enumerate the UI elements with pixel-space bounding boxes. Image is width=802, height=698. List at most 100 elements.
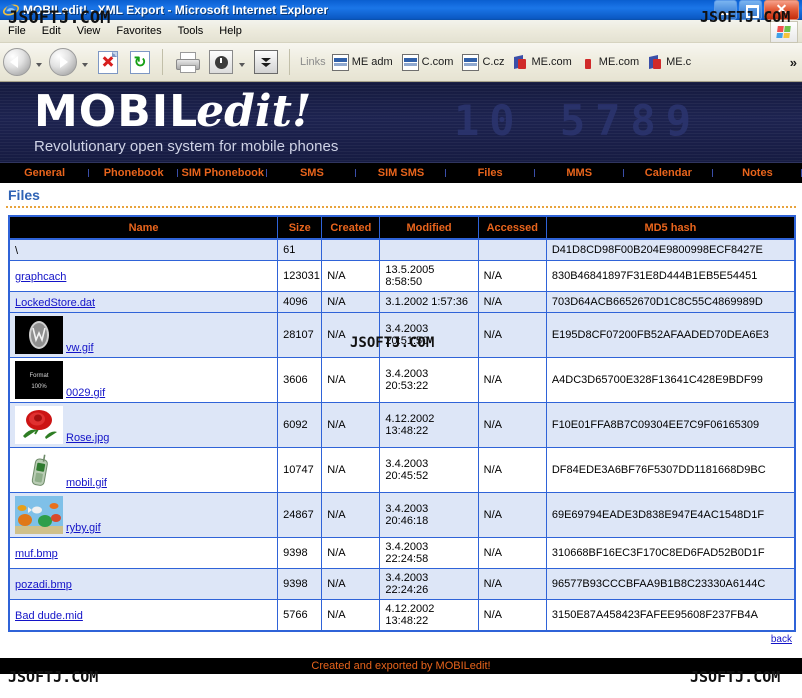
- cell-created: N/A: [321, 537, 381, 569]
- cell-size: 4096: [277, 291, 323, 313]
- menu-item-file[interactable]: File: [0, 23, 34, 39]
- file-link[interactable]: muf.bmp: [15, 548, 58, 560]
- nav-tab-general[interactable]: General: [0, 167, 90, 179]
- refresh-icon[interactable]: ↻: [130, 50, 150, 74]
- table-row: graphcach 123031 N/A 13.5.2005 8:58:50 N…: [9, 260, 795, 292]
- cell-accessed: N/A: [478, 599, 547, 632]
- cell-modified: 4.12.2002 13:48:22: [379, 402, 479, 448]
- cell-name: pozadi.bmp: [9, 568, 279, 600]
- cell-name: mobil.gif: [9, 447, 279, 493]
- history-icon[interactable]: [209, 50, 233, 74]
- svg-text:Format: Format: [29, 373, 48, 379]
- menu-item-favorites[interactable]: Favorites: [108, 23, 169, 39]
- table-row: \ 61 D41D8CD98F00B204E9800998ECF8427E: [9, 239, 795, 261]
- nav-tab-sms[interactable]: SMS: [267, 167, 357, 179]
- file-link[interactable]: vw.gif: [66, 342, 94, 354]
- file-link[interactable]: Rose.jpg: [66, 432, 109, 444]
- mobiledit-logo: MOBILedit! Revolutionary open system for…: [34, 90, 338, 156]
- cell-created: N/A: [321, 312, 381, 358]
- stop-icon[interactable]: [98, 50, 118, 74]
- link-c-cz[interactable]: C.cz: [462, 53, 505, 71]
- cell-created: N/A: [321, 291, 381, 313]
- file-link[interactable]: graphcach: [15, 271, 66, 283]
- files-section: Files Name Size Created Modified Accesse…: [0, 183, 802, 632]
- link-me-adm[interactable]: ME adm: [331, 53, 393, 71]
- link-me-com-1[interactable]: ME.com: [513, 54, 572, 70]
- table-row: Bad dude.mid 5766 N/A 4.12.2002 13:48:22…: [9, 599, 795, 632]
- cell-size: 9398: [277, 537, 323, 569]
- cell-name: \: [9, 239, 279, 261]
- me-thin-icon: [581, 55, 596, 70]
- cell-size: 28107: [277, 312, 323, 358]
- link-label: C.cz: [482, 56, 505, 68]
- footer-credit-bar: Created and exported by MOBILedit!: [0, 658, 802, 674]
- section-divider: [6, 206, 796, 210]
- nav-tab-sim-sms[interactable]: SIM SMS: [356, 167, 446, 179]
- minimize-button[interactable]: [714, 0, 737, 20]
- column-header-accessed: Accessed: [478, 216, 547, 240]
- cell-modified: 3.4.2003 20:45:52: [379, 447, 479, 493]
- back-link[interactable]: back: [771, 634, 792, 645]
- link-me-c[interactable]: ME.c: [648, 54, 691, 70]
- cell-created: N/A: [321, 357, 381, 403]
- more-chevron-icon[interactable]: [254, 50, 278, 74]
- file-link[interactable]: Bad dude.mid: [15, 610, 83, 622]
- back-button[interactable]: [0, 45, 34, 79]
- forward-button[interactable]: [46, 45, 80, 79]
- files-table: Name Size Created Modified Accessed MD5 …: [8, 215, 796, 632]
- page-icon: [401, 53, 419, 71]
- back-dropdown-icon[interactable]: [36, 63, 42, 67]
- file-link[interactable]: ryby.gif: [66, 522, 101, 534]
- file-link[interactable]: mobil.gif: [66, 477, 107, 489]
- cell-accessed: N/A: [478, 260, 547, 292]
- files-table-body: \ 61 D41D8CD98F00B204E9800998ECF8427E gr…: [9, 239, 795, 632]
- table-row: LockedStore.dat 4096 N/A 3.1.2002 1:57:3…: [9, 291, 795, 313]
- link-label: ME.com: [598, 56, 640, 68]
- cell-modified: 13.5.2005 8:58:50: [379, 260, 479, 292]
- cell-accessed: N/A: [478, 492, 547, 538]
- cell-name: muf.bmp: [9, 537, 279, 569]
- table-row: Rose.jpg 6092 N/A 4.12.2002 13:48:22 N/A…: [9, 402, 795, 448]
- file-link[interactable]: pozadi.bmp: [15, 579, 72, 591]
- menu-item-tools[interactable]: Tools: [170, 23, 212, 39]
- link-label: ME.com: [531, 56, 572, 68]
- windows-flag-icon: [770, 21, 798, 43]
- cell-md5: DF84EDE3A6BF76F5307DD1181668D9BC: [546, 447, 795, 493]
- history-dropdown-icon[interactable]: [239, 63, 245, 67]
- cell-accessed: [478, 239, 547, 261]
- link-c-com[interactable]: C.com: [401, 53, 453, 71]
- forward-dropdown-icon[interactable]: [82, 63, 88, 67]
- nav-tab-notes[interactable]: Notes: [713, 167, 802, 179]
- svg-text:100%: 100%: [31, 384, 47, 390]
- cell-modified: [379, 239, 479, 261]
- nav-tab-phonebook[interactable]: Phonebook: [89, 167, 179, 179]
- print-icon[interactable]: [175, 52, 200, 73]
- column-header-modified: Modified: [379, 216, 479, 240]
- banner-lcd-digits: 10 5789: [454, 96, 702, 145]
- nav-tab-sim-phonebook[interactable]: SIM Phonebook: [178, 167, 268, 179]
- cell-name: Rose.jpg: [9, 402, 279, 448]
- close-button[interactable]: [764, 0, 799, 20]
- cell-modified: 3.4.2003 20:46:18: [379, 492, 479, 538]
- cell-md5: F10E01FFA8B7C09304EE7C9F06165309: [546, 402, 795, 448]
- file-link[interactable]: LockedStore.dat: [15, 297, 95, 309]
- file-link[interactable]: 0029.gif: [66, 387, 105, 399]
- maximize-button[interactable]: [739, 0, 762, 20]
- file-name-text: \: [15, 245, 19, 257]
- link-me-com-2[interactable]: ME.com: [581, 55, 639, 70]
- menu-item-edit[interactable]: Edit: [34, 23, 69, 39]
- me-icon: [513, 54, 528, 70]
- toolbar-overflow-icon[interactable]: »: [790, 55, 797, 70]
- table-header-row: Name Size Created Modified Accessed MD5 …: [9, 216, 795, 240]
- menu-item-help[interactable]: Help: [211, 23, 250, 39]
- nav-tab-calendar[interactable]: Calendar: [624, 167, 713, 179]
- mobile-phone-thumbnail: [15, 451, 63, 489]
- nav-tab-files[interactable]: Files: [446, 167, 535, 179]
- browser-toolbar: ↻ Links ME adm C.com C.cz ME.com ME.com …: [0, 43, 802, 82]
- nav-tab-mms[interactable]: MMS: [535, 167, 624, 179]
- table-row: pozadi.bmp 9398 N/A 3.4.2003 22:24:26 N/…: [9, 568, 795, 600]
- back-arrow-icon: [3, 48, 31, 76]
- table-row: mobil.gif 10747 N/A 3.4.2003 20:45:52 N/…: [9, 447, 795, 493]
- menu-item-view[interactable]: View: [69, 23, 109, 39]
- cell-accessed: N/A: [478, 312, 547, 358]
